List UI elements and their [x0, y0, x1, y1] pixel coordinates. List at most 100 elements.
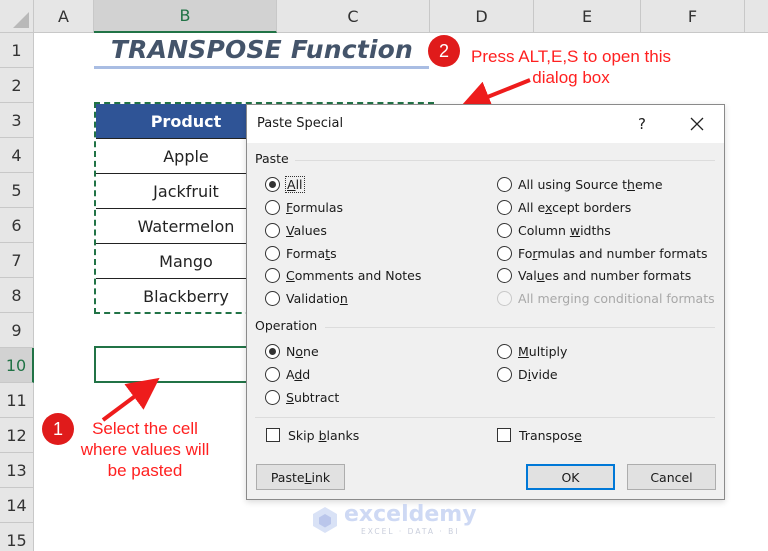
row-header-1[interactable]: 1 — [0, 33, 34, 68]
row-header-6[interactable]: 6 — [0, 208, 34, 243]
option-label: Formats — [286, 245, 337, 261]
paste-link-button[interactable]: Paste Link — [256, 464, 345, 490]
column-header-g-partial[interactable] — [745, 0, 768, 33]
radio-paste-comments-notes[interactable]: Comments and Notes — [265, 266, 421, 284]
dialog-titlebar[interactable]: Paste Special ? — [247, 105, 724, 143]
operation-group-divider — [325, 327, 715, 328]
option-label: Add — [286, 366, 311, 382]
radio-indicator — [497, 222, 512, 238]
exceldemy-watermark: exceldemy EXCEL · DATA · BI — [312, 504, 477, 536]
row-header-14[interactable]: 14 — [0, 488, 34, 523]
sheet-title: TRANSPOSE Function — [110, 35, 414, 64]
row-header-5[interactable]: 5 — [0, 173, 34, 208]
radio-indicator — [265, 267, 280, 283]
row-header-3[interactable]: 3 — [0, 103, 34, 138]
arrow-to-target-cell — [101, 377, 160, 422]
option-label: Values and number formats — [518, 267, 692, 283]
select-all-corner[interactable] — [0, 0, 34, 33]
radio-indicator — [497, 176, 512, 192]
radio-paste-column-widths[interactable]: Column widths — [497, 221, 611, 239]
exceldemy-logo-icon — [312, 506, 338, 534]
radio-indicator — [265, 343, 280, 359]
option-label: Values — [286, 222, 327, 238]
step-2-note: Press ALT,E,S to open this dialog box — [458, 46, 684, 88]
radio-paste-values-number-formats[interactable]: Values and number formats — [497, 266, 691, 284]
radio-operation-divide[interactable]: Divide — [497, 365, 558, 383]
option-label: Column widths — [518, 222, 611, 238]
radio-paste-all-source-theme[interactable]: All using Source theme — [497, 175, 663, 193]
row-header-11[interactable]: 11 — [0, 383, 34, 418]
row-header-4[interactable]: 4 — [0, 138, 34, 173]
column-header-e[interactable]: E — [534, 0, 641, 33]
checkbox-transpose[interactable]: Transpose — [497, 426, 582, 444]
checkbox-indicator — [266, 428, 280, 442]
option-label: All using Source theme — [518, 176, 663, 192]
column-header-f[interactable]: F — [641, 0, 745, 33]
row-header-9[interactable]: 9 — [0, 313, 34, 348]
column-header-d[interactable]: D — [430, 0, 534, 33]
selected-cell-b10[interactable] — [94, 346, 249, 383]
radio-indicator — [265, 245, 280, 261]
option-label: None — [286, 343, 319, 359]
radio-paste-formulas[interactable]: Formulas — [265, 198, 343, 216]
row-header-7[interactable]: 7 — [0, 243, 34, 278]
paste-group-label: Paste — [255, 151, 289, 166]
select-all-triangle-icon — [13, 12, 29, 28]
option-label: Multiply — [518, 343, 568, 359]
radio-indicator — [497, 267, 512, 283]
radio-paste-all-except-borders[interactable]: All except borders — [497, 198, 631, 216]
operation-group-label: Operation — [255, 318, 318, 333]
step-2-line: dialog box — [532, 68, 610, 87]
ok-button[interactable]: OK — [526, 464, 615, 490]
radio-operation-multiply[interactable]: Multiply — [497, 342, 567, 360]
cancel-button[interactable]: Cancel — [627, 464, 716, 490]
checkbox-divider — [255, 417, 715, 418]
option-label: Validation — [286, 290, 348, 306]
radio-operation-subtract[interactable]: Subtract — [265, 388, 339, 406]
radio-paste-all[interactable]: All — [265, 175, 305, 193]
row-header-8[interactable]: 8 — [0, 278, 34, 313]
option-label: All except borders — [518, 199, 632, 215]
option-label: Comments and Notes — [286, 267, 422, 283]
radio-paste-validation[interactable]: Validation — [265, 289, 348, 307]
row-header-13[interactable]: 13 — [0, 453, 34, 488]
option-label: All — [285, 175, 305, 193]
watermark-tagline: EXCEL · DATA · BI — [361, 527, 460, 536]
radio-indicator — [497, 199, 512, 215]
title-underline — [94, 66, 429, 69]
radio-indicator — [265, 366, 280, 382]
step-1-line: be pasted — [107, 461, 183, 480]
row-header-10[interactable]: 10 — [0, 348, 34, 383]
step-1-note: Select the cell where values will be pas… — [70, 418, 220, 481]
radio-indicator — [265, 222, 280, 238]
option-label: Divide — [518, 366, 558, 382]
close-icon — [690, 117, 704, 131]
step-1-line: Select the cell — [92, 419, 198, 438]
help-icon: ? — [638, 115, 646, 133]
row-header-15[interactable]: 15 — [0, 523, 34, 551]
radio-indicator — [265, 290, 280, 306]
column-header-c[interactable]: C — [277, 0, 430, 33]
radio-indicator — [265, 199, 280, 215]
column-header-a[interactable]: A — [34, 0, 94, 33]
row-header-2[interactable]: 2 — [0, 68, 34, 103]
step-1-line: where values will — [80, 440, 210, 459]
radio-indicator — [497, 366, 512, 382]
checkbox-skip-blanks[interactable]: Skip blanks — [266, 426, 359, 444]
watermark-name: exceldemy — [344, 502, 477, 527]
option-label: Formulas — [286, 199, 344, 215]
help-button[interactable]: ? — [627, 111, 657, 137]
radio-operation-none[interactable]: None — [265, 342, 319, 360]
option-label: Transpose — [519, 427, 582, 443]
radio-indicator — [497, 245, 512, 261]
column-header-b[interactable]: B — [94, 0, 277, 33]
radio-paste-values[interactable]: Values — [265, 221, 327, 239]
radio-indicator — [265, 389, 280, 405]
option-label: Subtract — [286, 389, 340, 405]
radio-paste-formats[interactable]: Formats — [265, 244, 337, 262]
option-label: Formulas and number formats — [518, 245, 708, 261]
radio-paste-formulas-number-formats[interactable]: Formulas and number formats — [497, 244, 708, 262]
close-button[interactable] — [677, 109, 717, 139]
row-header-12[interactable]: 12 — [0, 418, 34, 453]
radio-operation-add[interactable]: Add — [265, 365, 310, 383]
